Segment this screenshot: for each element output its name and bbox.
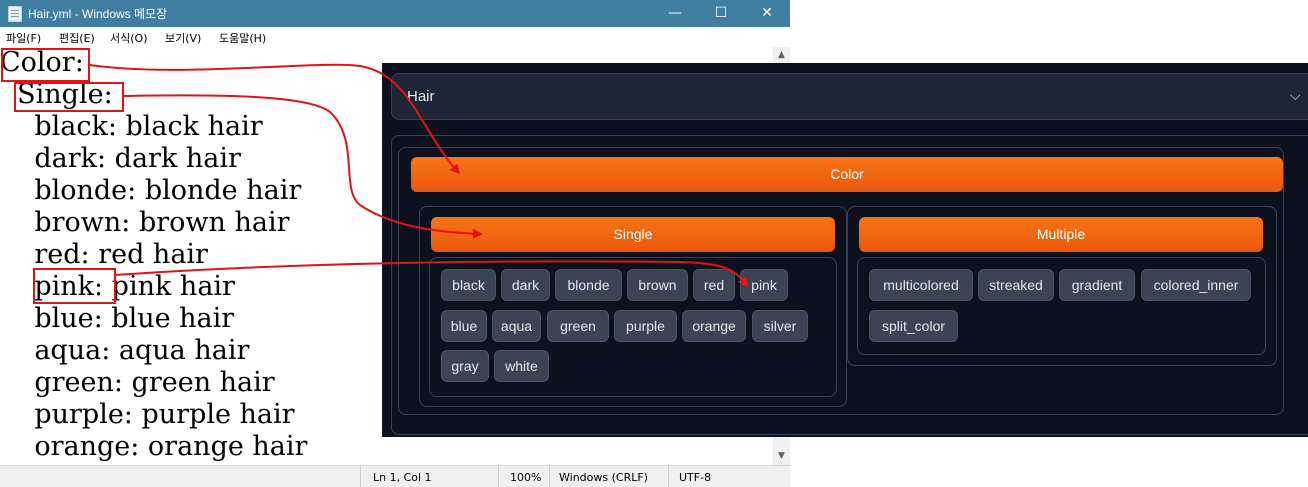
- tag-brown[interactable]: brown: [627, 269, 688, 301]
- encoding: UTF-8: [679, 471, 712, 484]
- highlight-single: [14, 82, 124, 112]
- line-ending: Windows (CRLF): [559, 471, 648, 484]
- scroll-down-icon[interactable]: ▼: [773, 448, 790, 465]
- status-divider: [498, 466, 499, 487]
- close-button[interactable]: ✕: [744, 0, 790, 27]
- minimize-button[interactable]: —: [652, 0, 698, 27]
- editor-line: brown: brown hair: [0, 207, 290, 238]
- tag-pink[interactable]: pink: [740, 269, 788, 301]
- status-divider: [549, 466, 550, 487]
- editor-line: black: black hair: [0, 111, 263, 142]
- status-divider: [668, 466, 669, 487]
- tag-silver[interactable]: silver: [752, 310, 808, 342]
- menu-bar: 파일(F) 편집(E) 서식(O) 보기(V) 도움말(H): [0, 27, 790, 47]
- editor-line: aqua: aqua hair: [0, 335, 250, 366]
- tag-colored-inner[interactable]: colored_inner: [1141, 269, 1251, 301]
- tag-aqua[interactable]: aqua: [492, 310, 541, 342]
- editor-line: green: green hair: [0, 367, 275, 398]
- hair-accordion[interactable]: Hair ⌵: [391, 73, 1308, 120]
- editor-line: red: red hair: [0, 239, 208, 270]
- color-button[interactable]: Color: [411, 157, 1283, 192]
- editor-line: orange: orange hair: [0, 431, 308, 462]
- accordion-title: Hair: [407, 88, 435, 105]
- menu-edit[interactable]: 편집(E): [59, 30, 95, 46]
- tag-blue[interactable]: blue: [441, 310, 487, 342]
- menu-format[interactable]: 서식(O): [110, 30, 147, 46]
- notepad-app-icon: [8, 6, 22, 22]
- tag-purple[interactable]: purple: [614, 310, 677, 342]
- menu-help[interactable]: 도움말(H): [219, 30, 266, 46]
- tag-streaked[interactable]: streaked: [978, 269, 1054, 301]
- window-title: Hair.yml - Windows 메모장: [28, 7, 168, 21]
- multiple-button[interactable]: Multiple: [859, 217, 1263, 252]
- tag-green[interactable]: green: [547, 310, 609, 342]
- chevron-down-icon[interactable]: ⌵: [1290, 88, 1301, 104]
- maximize-button[interactable]: ☐: [698, 0, 744, 27]
- menu-view[interactable]: 보기(V): [165, 30, 201, 46]
- menu-file[interactable]: 파일(F): [6, 30, 41, 46]
- status-divider: [360, 466, 361, 487]
- tag-panel: Hair ⌵ Color Single Multiple black dark …: [382, 63, 1308, 437]
- status-bar: Ln 1, Col 1 100% Windows (CRLF) UTF-8: [0, 465, 790, 487]
- scroll-up-icon[interactable]: ▲: [773, 47, 790, 64]
- tag-dark[interactable]: dark: [501, 269, 550, 301]
- title-bar[interactable]: Hair.yml - Windows 메모장 — ☐ ✕: [0, 0, 790, 27]
- single-button[interactable]: Single: [431, 217, 835, 252]
- cursor-position: Ln 1, Col 1: [373, 471, 432, 484]
- tag-orange[interactable]: orange: [682, 310, 746, 342]
- editor-line: blue: blue hair: [0, 303, 235, 334]
- tag-multicolored[interactable]: multicolored: [869, 269, 973, 301]
- highlight-pink: [33, 268, 116, 304]
- zoom-level: 100%: [510, 471, 542, 484]
- editor-line: dark: dark hair: [0, 143, 241, 174]
- tag-white[interactable]: white: [494, 350, 549, 382]
- tag-gradient[interactable]: gradient: [1059, 269, 1135, 301]
- tag-gray[interactable]: gray: [441, 350, 489, 382]
- tag-black[interactable]: black: [441, 269, 496, 301]
- highlight-color: [1, 48, 90, 82]
- tag-red[interactable]: red: [693, 269, 735, 301]
- tag-blonde[interactable]: blonde: [555, 269, 622, 301]
- editor-line: purple: purple hair: [0, 399, 295, 430]
- editor-line: blonde: blonde hair: [0, 175, 302, 206]
- tag-split-color[interactable]: split_color: [869, 310, 958, 342]
